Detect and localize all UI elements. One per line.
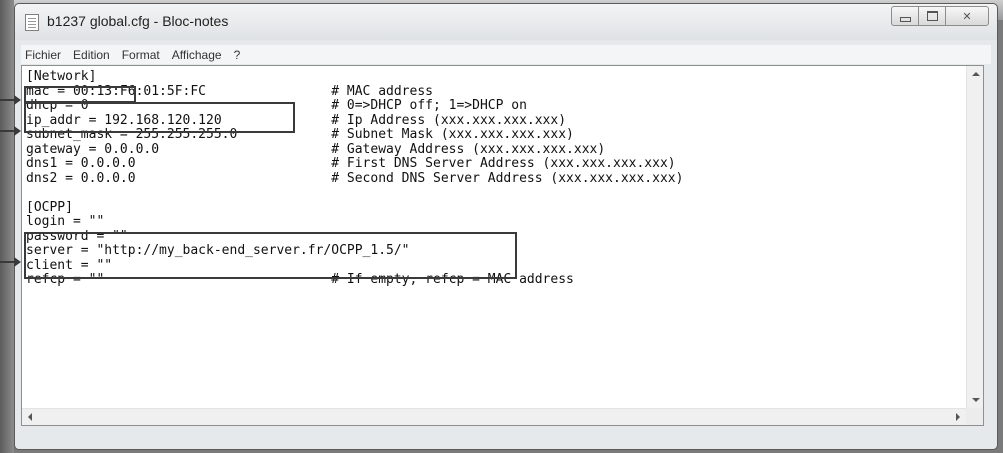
scroll-left-icon[interactable]	[28, 413, 32, 421]
menu-format[interactable]: Format	[116, 48, 166, 62]
caption-buttons: ✕	[891, 6, 989, 28]
text-editor[interactable]: [Network] mac = 00:13:F6:01:5F:FC # MAC …	[21, 65, 984, 426]
minimize-button[interactable]	[891, 6, 918, 26]
close-icon: ✕	[962, 9, 972, 23]
menu-edit[interactable]: Edition	[67, 48, 116, 62]
notepad-icon	[25, 14, 39, 31]
maximize-button[interactable]	[918, 6, 945, 26]
close-button[interactable]: ✕	[945, 6, 989, 26]
maximize-icon	[926, 11, 938, 21]
background-edge	[0, 0, 14, 453]
window-title: b1237 global.cfg - Bloc-notes	[47, 13, 229, 29]
notepad-window: b1237 global.cfg - Bloc-notes ✕ Fichier …	[14, 3, 998, 450]
scroll-up-icon[interactable]	[972, 72, 980, 76]
menu-help[interactable]: ?	[228, 48, 247, 62]
highlight-box-dhcp	[24, 86, 136, 103]
horizontal-scrollbar[interactable]	[22, 408, 966, 425]
minimize-icon	[899, 16, 911, 22]
scroll-right-icon[interactable]	[956, 413, 960, 421]
pointer-arrow-ocpp	[0, 257, 21, 267]
window-bottom-frame	[21, 427, 991, 447]
vertical-scrollbar[interactable]	[966, 66, 983, 408]
menu-bar: Fichier Edition Format Affichage ?	[21, 45, 991, 64]
scrollbar-corner	[966, 408, 983, 425]
highlight-box-ip-subnet	[24, 102, 295, 133]
title-bar[interactable]: b1237 global.cfg - Bloc-notes ✕	[15, 4, 997, 40]
pointer-arrow-dhcp	[0, 95, 21, 105]
highlight-box-ocpp	[24, 232, 517, 279]
scroll-down-icon[interactable]	[972, 398, 980, 402]
menu-view[interactable]: Affichage	[166, 48, 228, 62]
menu-file[interactable]: Fichier	[21, 48, 67, 62]
pointer-arrow-ip-subnet	[0, 126, 21, 136]
